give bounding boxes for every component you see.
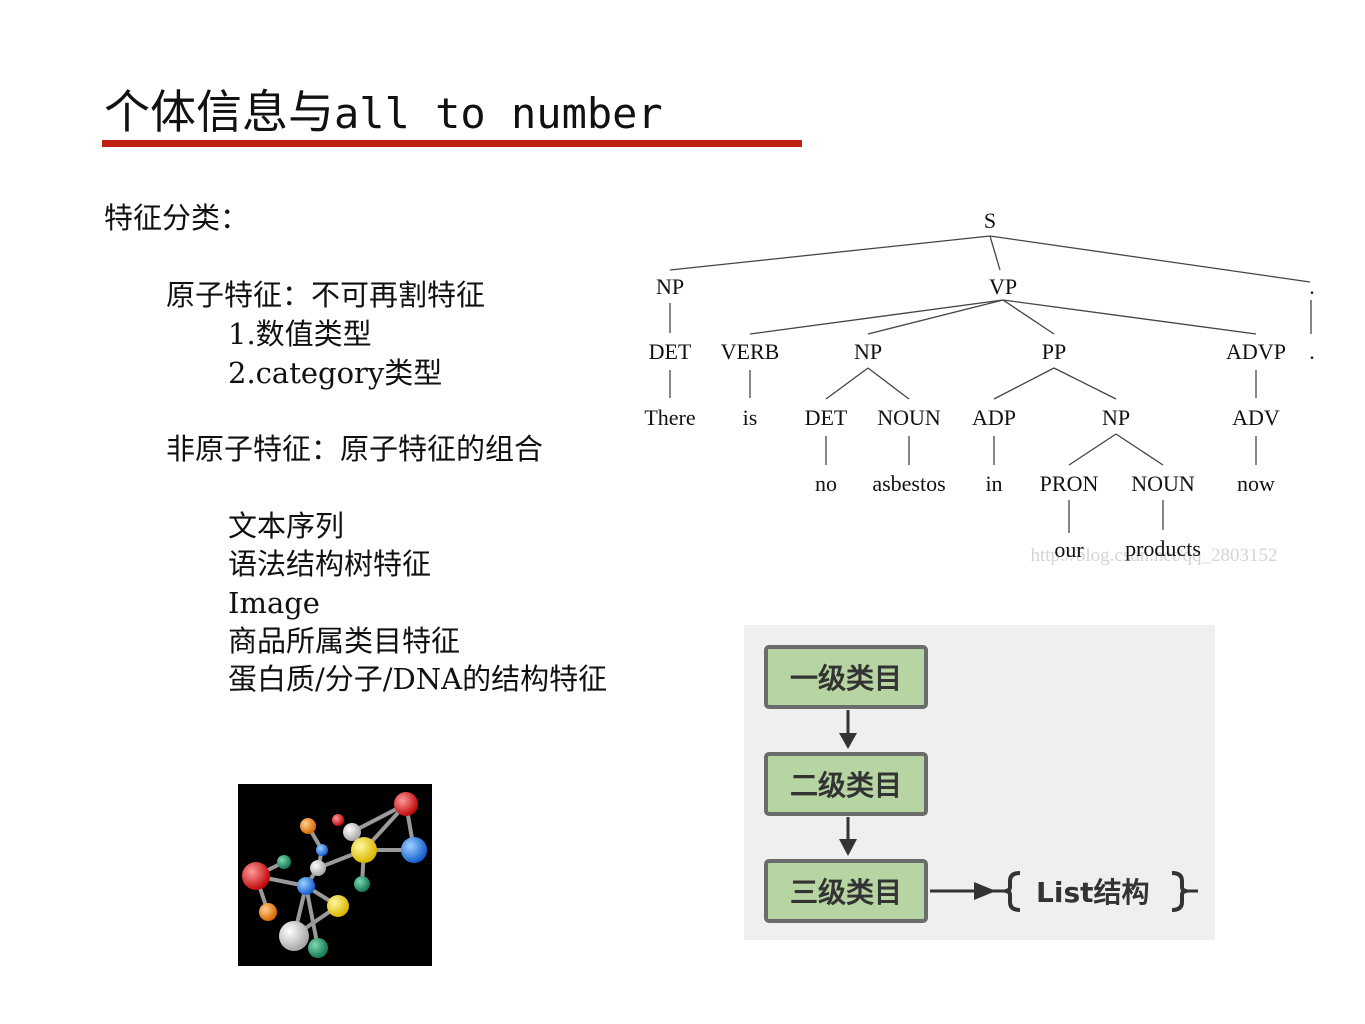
category-flow-diagram: 一级类目 二级类目 三级类目 List结构 xyxy=(744,625,1215,940)
tree-node-vp: VP xyxy=(989,274,1017,299)
tree-node-pron: PRON xyxy=(1040,471,1099,496)
tree-word-now: now xyxy=(1237,471,1275,496)
tree-word-in: in xyxy=(985,471,1002,496)
tree-node-punct: . xyxy=(1309,274,1315,299)
arrow-right-icon xyxy=(974,882,996,900)
tree-node-np: NP xyxy=(1102,405,1130,430)
tree-node-noun: NOUN xyxy=(877,405,941,430)
category-level-1-box: 一级类目 xyxy=(764,645,928,709)
tree-word-no: no xyxy=(815,471,837,496)
molecule-image xyxy=(238,784,432,966)
tree-node-adv: ADV xyxy=(1232,405,1280,430)
tree-word-asbestos: asbestos xyxy=(872,471,945,496)
category-level-2-box: 二级类目 xyxy=(764,752,928,816)
tree-node-np: NP xyxy=(656,274,684,299)
tree-word-our: our xyxy=(1054,537,1084,562)
tree-word-products: products xyxy=(1125,536,1201,561)
category-level-3-box: 三级类目 xyxy=(764,859,928,923)
non-atomic-item: 商品所属类目特征 xyxy=(228,624,461,658)
parse-tree-diagram: S NP VP . DET VERB NP PP ADVP . There is… xyxy=(644,208,1315,566)
tree-node-det: DET xyxy=(805,405,848,430)
tree-node-punct: . xyxy=(1309,339,1315,364)
tree-node-pp: PP xyxy=(1042,339,1066,364)
tree-word-is: is xyxy=(743,405,758,430)
tree-node-det: DET xyxy=(649,339,692,364)
tree-word-there: There xyxy=(644,405,695,430)
tree-node-s: S xyxy=(984,208,996,233)
tree-node-advp: ADVP xyxy=(1226,339,1286,364)
arrow-down-icon xyxy=(839,839,857,856)
tree-node-adp: ADP xyxy=(972,405,1016,430)
tree-node-np: NP xyxy=(854,339,882,364)
tree-node-noun: NOUN xyxy=(1131,471,1195,496)
list-structure-label: List结构 xyxy=(1036,876,1150,909)
brace-right-icon xyxy=(1171,871,1188,912)
brace-left-icon xyxy=(1004,871,1021,912)
tree-node-verb: VERB xyxy=(721,339,780,364)
arrow-down-icon xyxy=(839,733,857,749)
non-atomic-item: 蛋白质/分子/DNA的结构特征 xyxy=(228,662,608,696)
